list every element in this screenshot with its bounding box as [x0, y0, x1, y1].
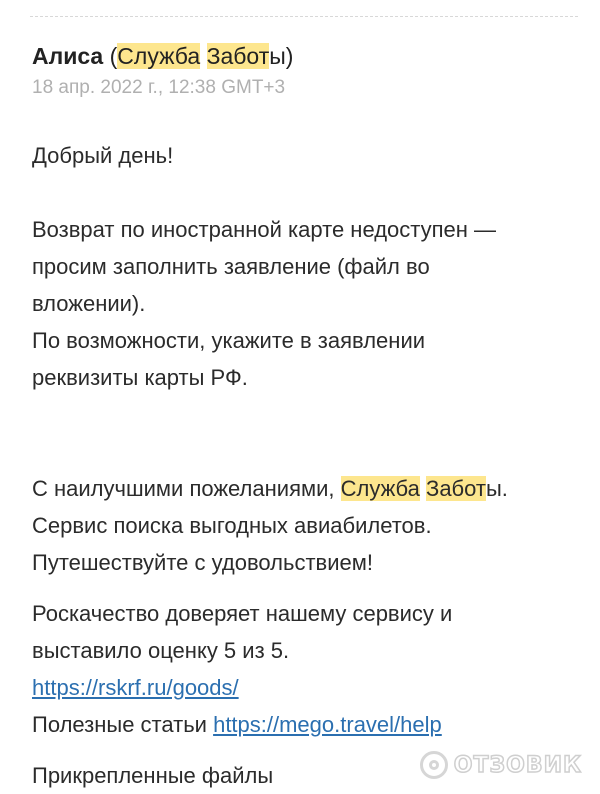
otzovik-logo-icon [419, 751, 448, 779]
para1-line-5: реквизиты карты РФ. [32, 365, 248, 390]
signature-line-1: С наилучшими пожеланиями, Служба Заботы. [32, 470, 582, 507]
org-word-2-highlight: Забот [206, 43, 270, 69]
top-divider [30, 16, 578, 17]
rating-line-2: выставило оценку 5 из 5. [32, 638, 290, 663]
signature-prefix: С наилучшими пожеланиями, [32, 476, 341, 501]
message-date: 18 апр. 2022 г., 12:38 GMT+3 [32, 77, 286, 98]
signature-line-3: Путешествуйте с удовольствием! [32, 550, 373, 575]
help-link[interactable]: https://mego.travel/help [213, 712, 442, 737]
greeting: Добрый день! [32, 143, 174, 168]
articles-line: Полезные статьи https://mego.travel/help [32, 706, 582, 743]
signature-word-2-highlight: Забот [426, 476, 486, 501]
watermark-text: ОТЗОВИК [453, 752, 582, 779]
signature-tail: ы. [485, 476, 508, 501]
rskrf-link[interactable]: https://rskrf.ru/goods/ [32, 675, 239, 700]
para1-line-1: Возврат по иностранной карте недоступен … [32, 217, 497, 242]
org-tail: ы) [269, 43, 294, 69]
otzovik-watermark: ОТЗОВИК [419, 751, 582, 779]
para1-line-4: По возможности, укажите в заявлении [32, 328, 426, 353]
signature-line-2: Сервис поиска выгодных авиабилетов. [32, 513, 432, 538]
para1-line-2: просим заполнить заявление (файл во [32, 254, 430, 279]
rating-line-1: Роскачество доверяет нашему сервису и [32, 601, 453, 626]
signature-word-1-highlight: Служба [340, 476, 420, 501]
org-space [200, 43, 206, 69]
org-word-1-highlight: Служба [117, 43, 201, 69]
articles-label: Полезные статьи [32, 712, 214, 737]
sender-line: Алиса (Служба Заботы) [32, 38, 293, 74]
sender-name: Алиса [32, 43, 104, 69]
para1-line-3: вложении). [32, 291, 146, 316]
sender-org: (Служба Заботы) [110, 43, 294, 69]
message-body: Добрый день! Возврат по иностранной карт… [32, 137, 582, 794]
